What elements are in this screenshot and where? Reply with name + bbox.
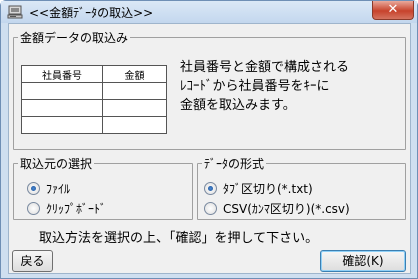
preview-table: 社員番号 金額: [21, 65, 167, 134]
source-file-radio[interactable]: ﾌｧｲﾙ: [27, 180, 70, 196]
source-clipboard-radio[interactable]: ｸﾘｯﾌﾟﾎﾞｰﾄﾞ: [27, 200, 106, 216]
column-header: 金額: [102, 65, 167, 83]
import-groupbox: 金額データの取込み 社員番号 金額 社員番号と金額で構成される ﾚｺｰﾄﾞから社…: [13, 29, 406, 150]
radio-button[interactable]: [204, 201, 217, 215]
instruction-text: 取込方法を選択の上、「確認」を押して下さい。: [39, 231, 319, 246]
radio-label: ﾌｧｲﾙ: [46, 181, 71, 196]
format-groupbox: ﾃﾞｰﾀの形式 ﾀﾌﾞ区切り(*.txt) CSV(ｶﾝﾏ区切り)(*.csv): [197, 155, 406, 220]
radio-button[interactable]: [27, 201, 40, 215]
radio-selected-dot: [208, 185, 213, 191]
table-row: [21, 82, 167, 100]
table-cell: [21, 82, 103, 100]
table-cell: [102, 116, 167, 134]
radio-label: ｸﾘｯﾌﾟﾎﾞｰﾄﾞ: [46, 201, 107, 216]
table-row: [21, 99, 167, 117]
table-cell: [21, 116, 103, 134]
format-group-title: ﾃﾞｰﾀの形式: [202, 155, 267, 172]
window-title: <<金額ﾃﾞｰﾀの取込>>: [29, 6, 154, 20]
radio-button[interactable]: [27, 181, 40, 195]
format-tab-radio[interactable]: ﾀﾌﾞ区切り(*.txt): [204, 180, 313, 196]
confirm-button[interactable]: 確認(K): [320, 250, 406, 272]
title-bar[interactable]: <<金額ﾃﾞｰﾀの取込>>: [1, 1, 417, 23]
source-group-title: 取込元の選択: [18, 155, 95, 172]
close-icon: ✕: [387, 2, 399, 17]
dialog-window: <<金額ﾃﾞｰﾀの取込>> ✕ 金額データの取込み 社員番号 金額 社員番号と金…: [0, 0, 418, 279]
table-header-row: 社員番号 金額: [21, 65, 167, 83]
radio-selected-dot: [31, 185, 36, 191]
source-groupbox: 取込元の選択 ﾌｧｲﾙ ｸﾘｯﾌﾟﾎﾞｰﾄﾞ: [13, 155, 193, 220]
close-button[interactable]: ✕: [372, 1, 414, 20]
radio-label: ﾀﾌﾞ区切り(*.txt): [223, 181, 313, 196]
radio-button[interactable]: [204, 181, 217, 195]
description-line: 社員番号と金額で構成される: [180, 60, 350, 75]
computer-icon: [7, 5, 23, 19]
column-header: 社員番号: [21, 65, 103, 83]
description-line: 金額を取込みます。: [180, 98, 296, 113]
table-row: [21, 116, 167, 134]
table-cell: [21, 99, 103, 117]
table-cell: [102, 82, 167, 100]
table-cell: [102, 99, 167, 117]
description-line: ﾚｺｰﾄﾞから社員番号をｷｰに: [180, 79, 330, 94]
format-csv-radio[interactable]: CSV(ｶﾝﾏ区切り)(*.csv): [204, 200, 350, 216]
back-button[interactable]: 戻る: [12, 250, 53, 272]
dialog-client-area: 金額データの取込み 社員番号 金額 社員番号と金額で構成される ﾚｺｰﾄﾞから社…: [8, 23, 411, 274]
radio-label: CSV(ｶﾝﾏ区切り)(*.csv): [223, 201, 350, 216]
import-group-title: 金額データの取込み: [18, 29, 131, 46]
